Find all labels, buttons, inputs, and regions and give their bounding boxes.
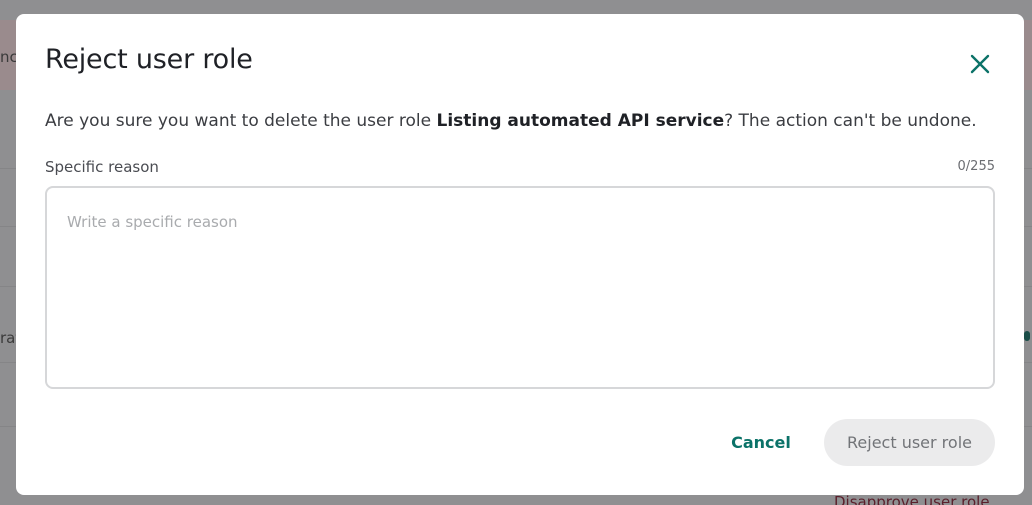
reason-label: Specific reason <box>45 158 159 176</box>
reject-user-role-dialog: Reject user role Are you sure you want t… <box>16 14 1024 495</box>
close-icon <box>970 54 990 74</box>
cancel-button[interactable]: Cancel <box>722 426 800 458</box>
reject-user-role-button[interactable]: Reject user role <box>824 419 995 466</box>
description-text: ? The action can't be undone. <box>724 111 977 131</box>
reason-textarea[interactable] <box>45 186 995 389</box>
close-button[interactable] <box>966 50 994 78</box>
background-icon-fragment <box>1024 331 1030 341</box>
role-name: Listing automated API service <box>436 111 725 131</box>
character-counter: 0/255 <box>957 159 995 174</box>
dialog-description: Are you sure you want to delete the user… <box>45 111 977 131</box>
description-text: Are you sure you want to delete the user… <box>45 111 437 131</box>
dialog-title: Reject user role <box>45 44 253 75</box>
